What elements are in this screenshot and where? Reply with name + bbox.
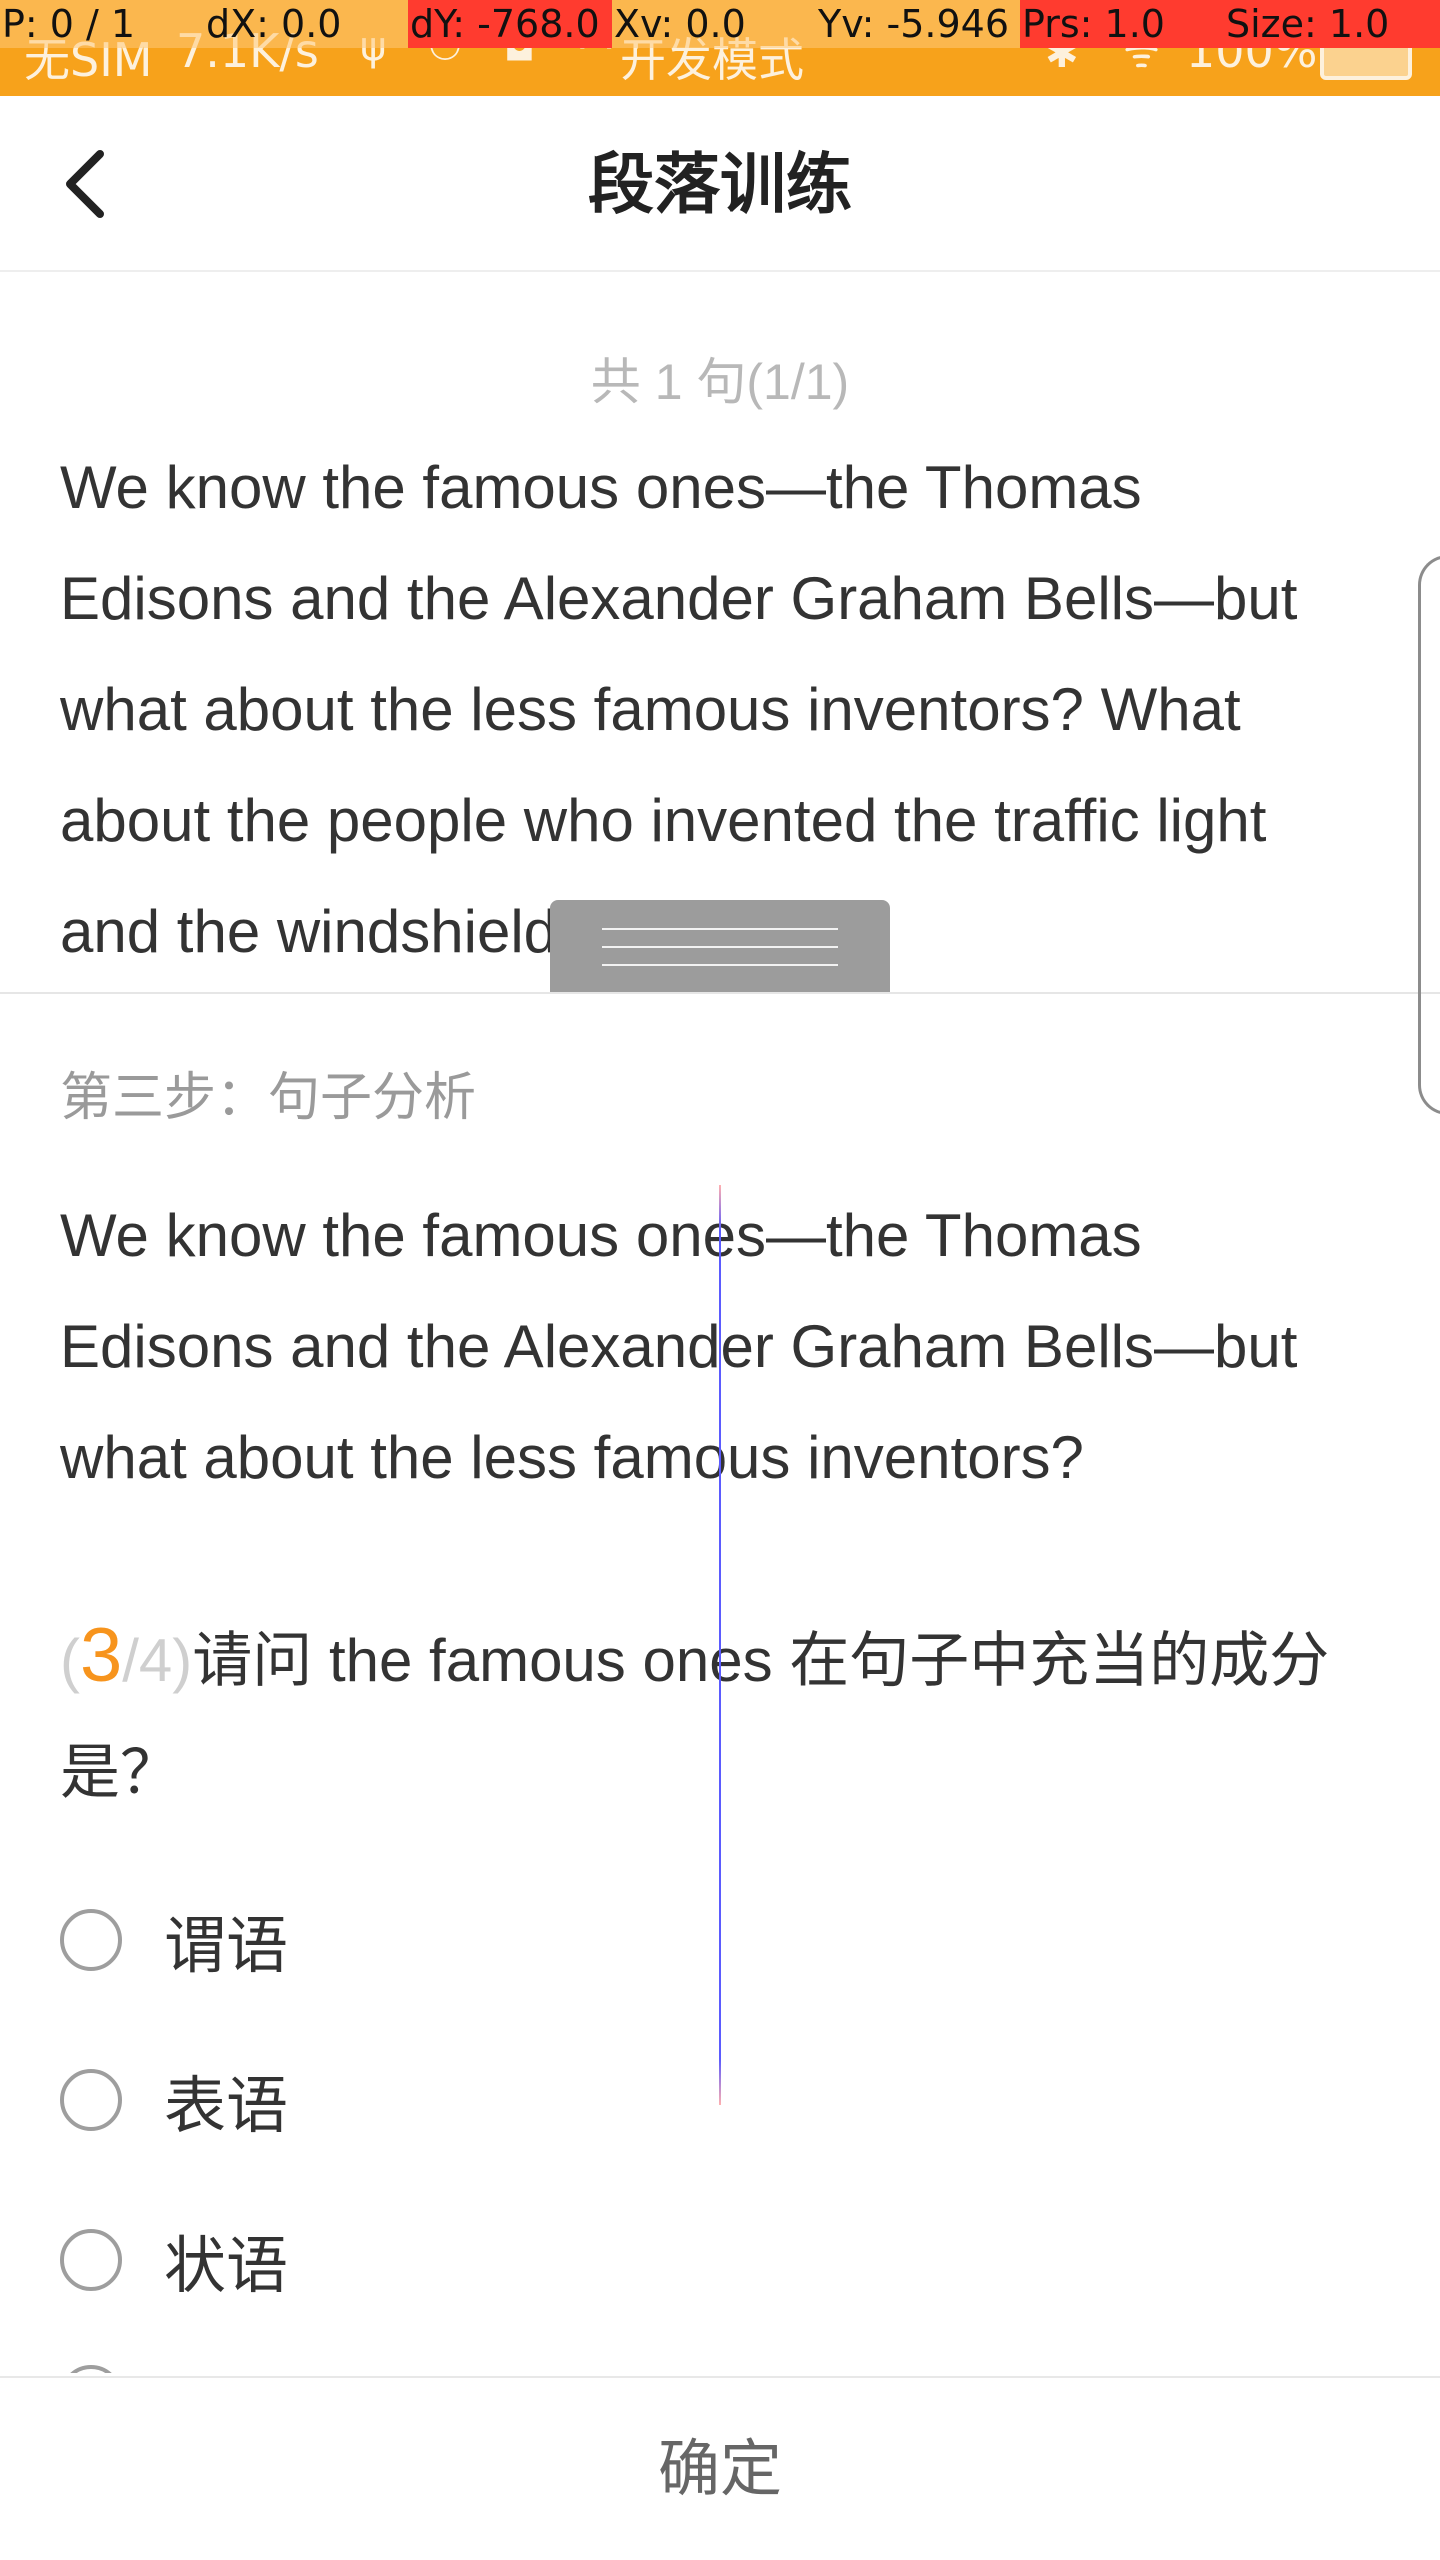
question-paren: ( (60, 1627, 80, 1694)
resize-drag-handle[interactable] (550, 900, 890, 992)
radio-button-icon[interactable] (60, 2229, 122, 2291)
back-arrow-icon[interactable] (56, 148, 116, 220)
page-title: 段落训练 (588, 147, 852, 221)
question-current-number: 3 (79, 1613, 123, 1698)
chevron-left-icon (66, 150, 104, 218)
question-text: 请问 the famous ones 在句子中充当的成分是？ (60, 1627, 1330, 1806)
handle-grip-line (602, 946, 838, 948)
option-fourth-partial[interactable] (60, 2365, 122, 2373)
overlay-yv: Yv: -5.946 (816, 0, 1020, 48)
question-total: /4) (122, 1627, 193, 1694)
handle-grip-line (602, 928, 838, 930)
overlay-dy: dY: -768.0 (408, 0, 612, 48)
passage-panel: 共 1 句(1/1) We know the famous ones—the T… (0, 272, 1440, 992)
app-screen: 无SIM 7.1K/s ψ ⚇ ◘ ··· 开发模式 ✱ ᯤ 100% P: 0… (0, 0, 1440, 2560)
radio-button-icon[interactable] (60, 1909, 122, 1971)
handle-grip-line (602, 964, 838, 966)
radio-button-icon[interactable] (60, 2365, 122, 2373)
option-label: 表语 (164, 2072, 289, 2141)
nav-header: 段落训练 (0, 96, 1440, 272)
option-label: 谓语 (164, 1912, 289, 1981)
overlay-pressure: Prs: 1.0 (1020, 0, 1224, 48)
answer-options: 谓语 表语 状语 (60, 1860, 1360, 2340)
analysis-sentence: We know the famous ones—the Thomas Ediso… (60, 1202, 1298, 1491)
confirm-button[interactable]: 确定 (0, 2378, 1440, 2560)
pointer-location-overlay: P: 0 / 1 dX: 0.0 dY: -768.0 Xv: 0.0 Yv: … (0, 0, 1440, 48)
radio-button-icon[interactable] (60, 2069, 122, 2131)
option-predicative[interactable]: 表语 (60, 2020, 1360, 2180)
bottom-bar: 确定 (0, 2376, 1440, 2560)
question: (3/4)请问 the famous ones 在句子中充当的成分是？ (60, 1600, 1360, 1829)
overlay-size: Size: 1.0 (1224, 0, 1440, 48)
panel-divider (0, 992, 1440, 994)
option-adverbial[interactable]: 状语 (60, 2180, 1360, 2340)
pointer-trace-line (719, 1185, 721, 2105)
option-predicate[interactable]: 谓语 (60, 1860, 1360, 2020)
side-panel-edge[interactable] (1418, 555, 1440, 1115)
overlay-pointer-count: P: 0 / 1 (0, 0, 204, 48)
status-bar: 无SIM 7.1K/s ψ ⚇ ◘ ··· 开发模式 ✱ ᯤ 100% P: 0… (0, 0, 1440, 96)
sentence-count: 共 1 句(1/1) (590, 354, 850, 410)
option-label: 状语 (164, 2232, 289, 2301)
overlay-xv: Xv: 0.0 (612, 0, 816, 48)
step-label: 第三步：句子分析 (60, 1069, 477, 1127)
overlay-dx: dX: 0.0 (204, 0, 408, 48)
